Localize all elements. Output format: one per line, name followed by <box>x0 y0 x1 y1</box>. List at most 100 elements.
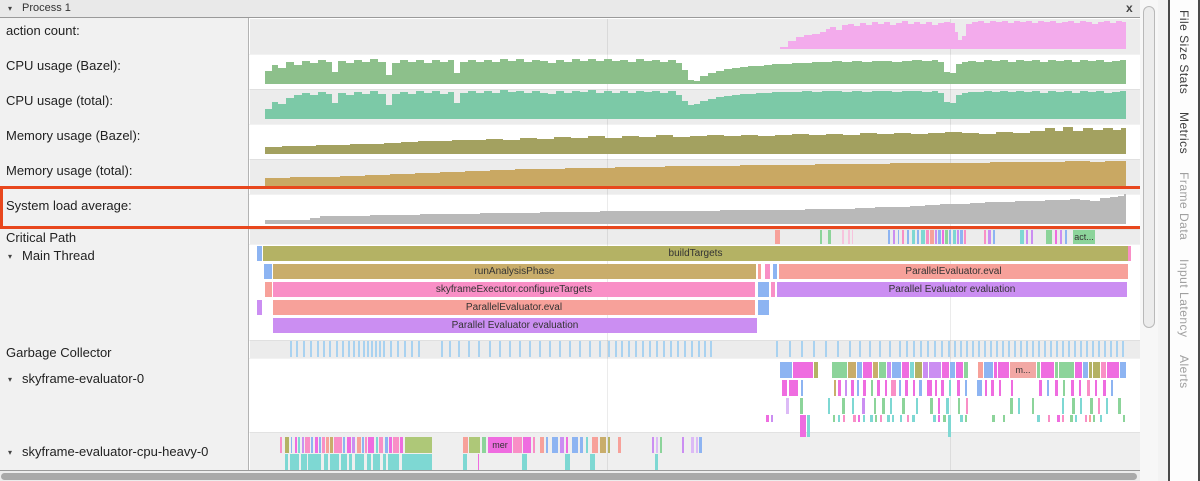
evaluator0-slice[interactable] <box>1037 415 1040 422</box>
gc-tick[interactable] <box>1110 341 1112 357</box>
gc-tick[interactable] <box>1038 341 1040 357</box>
main-thread-slice[interactable] <box>265 282 272 297</box>
evaluator0-slice[interactable] <box>863 362 872 378</box>
evaluator0-slice[interactable] <box>1085 415 1087 422</box>
evaluator0-slice[interactable] <box>913 380 915 396</box>
collapse-triangle-icon[interactable]: ▾ <box>8 252 12 261</box>
gc-tick[interactable] <box>913 341 915 357</box>
cpu-heavy-slice[interactable] <box>347 437 351 453</box>
evaluator0-slice[interactable] <box>1095 380 1097 396</box>
cpu-heavy-slice[interactable] <box>301 454 307 470</box>
evaluator0-slice[interactable] <box>789 380 798 396</box>
evaluator0-slice[interactable] <box>890 398 892 414</box>
evaluator0-slice[interactable] <box>863 415 865 422</box>
evaluator0-slice[interactable] <box>1039 380 1042 396</box>
gc-tick[interactable] <box>549 341 551 357</box>
evaluator0-slice[interactable] <box>1018 398 1020 414</box>
cpu-heavy-slice[interactable] <box>682 437 684 453</box>
gc-tick[interactable] <box>1074 341 1076 357</box>
gc-tick[interactable] <box>441 341 443 357</box>
critical-path-slice[interactable] <box>960 230 963 244</box>
evaluator0-slice[interactable] <box>1075 415 1077 422</box>
cpu-heavy-slice[interactable] <box>389 437 392 453</box>
evaluator0-slice[interactable] <box>1011 380 1013 396</box>
evaluator0-slice[interactable] <box>838 415 840 422</box>
evaluator0-slice[interactable] <box>1111 380 1113 396</box>
cpu-heavy-slice[interactable] <box>580 437 583 453</box>
critical-path-slice[interactable] <box>917 230 919 244</box>
cpu-heavy-slice[interactable] <box>324 454 328 470</box>
gc-tick[interactable] <box>934 341 936 357</box>
evaluator0-slice[interactable] <box>891 380 896 396</box>
gc-tick[interactable] <box>569 341 571 357</box>
cpu-heavy-slice[interactable] <box>308 454 321 470</box>
evaluator0-slice[interactable] <box>857 362 862 378</box>
evaluator0-slice[interactable] <box>905 380 908 396</box>
cpu-heavy-slice[interactable] <box>330 454 339 470</box>
gc-tick[interactable] <box>698 341 700 357</box>
critical-path-slice[interactable] <box>902 230 904 244</box>
cpu-heavy-slice[interactable] <box>405 437 432 453</box>
evaluator0-slice[interactable] <box>786 398 789 414</box>
evaluator0-slice[interactable] <box>853 415 856 422</box>
evaluator0-slice[interactable] <box>1041 362 1054 378</box>
evaluator0-slice[interactable] <box>1072 398 1075 414</box>
evaluator0-slice[interactable] <box>964 362 968 378</box>
counter-chart-cpu-total[interactable] <box>250 89 1140 124</box>
evaluator0-slice[interactable] <box>892 362 901 378</box>
evaluator0-slice[interactable] <box>1123 415 1125 422</box>
evaluator0-slice[interactable] <box>966 398 968 414</box>
cpu-heavy-slice[interactable] <box>383 454 386 470</box>
gc-tick[interactable] <box>1068 341 1070 357</box>
evaluator0-slice[interactable] <box>807 415 810 437</box>
cpu-heavy-slice[interactable] <box>618 437 621 453</box>
evaluator0-slice[interactable] <box>1090 398 1093 414</box>
evaluator0-slice[interactable] <box>1089 415 1091 422</box>
critical-path-slice[interactable] <box>1026 230 1028 244</box>
gc-tick[interactable] <box>1092 341 1094 357</box>
cpu-heavy-slice[interactable] <box>315 437 318 453</box>
gc-tick[interactable] <box>559 341 561 357</box>
cpu-heavy-slice[interactable] <box>513 437 522 453</box>
gc-tick[interactable] <box>859 341 861 357</box>
gc-tick[interactable] <box>789 341 791 357</box>
evaluator0-slice[interactable] <box>1062 398 1064 414</box>
evaluator0-slice[interactable] <box>885 380 887 396</box>
evaluator0-slice[interactable] <box>766 415 769 422</box>
gc-tick[interactable] <box>599 341 601 357</box>
gc-tick[interactable] <box>375 341 377 357</box>
tab-alerts[interactable]: Alerts <box>1177 355 1191 389</box>
critical-path-slice[interactable] <box>852 230 853 244</box>
evaluator0-slice[interactable] <box>957 380 960 396</box>
cpu-heavy-slice[interactable] <box>367 454 371 470</box>
gc-tick[interactable] <box>1020 341 1022 357</box>
evaluator0-slice[interactable] <box>978 362 983 378</box>
critical-path-slice[interactable] <box>1031 230 1033 244</box>
gc-tick[interactable] <box>1026 341 1028 357</box>
evaluator0-slice[interactable] <box>1101 362 1106 378</box>
gc-tick[interactable] <box>411 341 413 357</box>
gc-tick[interactable] <box>966 341 968 357</box>
gc-tick[interactable] <box>869 341 871 357</box>
evaluator0-slice[interactable] <box>977 380 982 396</box>
critical-path-slice[interactable] <box>912 230 915 244</box>
gc-tick[interactable] <box>449 341 451 357</box>
evaluator0-slice[interactable] <box>862 398 865 414</box>
gc-tick[interactable] <box>663 341 665 357</box>
cpu-heavy-slice[interactable] <box>280 437 282 453</box>
cpu-heavy-slice[interactable] <box>533 437 535 453</box>
evaluator0-slice[interactable] <box>828 398 830 414</box>
evaluator0-slice[interactable] <box>930 398 933 414</box>
evaluator0-slice[interactable] <box>782 380 787 396</box>
critical-path-slice[interactable] <box>1055 230 1057 244</box>
gc-tick[interactable] <box>390 341 392 357</box>
evaluator0-slice[interactable] <box>999 380 1001 396</box>
critical-path-slice[interactable] <box>893 230 895 244</box>
critical-path-slice[interactable] <box>888 230 890 244</box>
cpu-heavy-slice[interactable] <box>290 454 299 470</box>
cpu-heavy-slice[interactable]: mer <box>488 437 512 453</box>
evaluator0-slice[interactable] <box>1048 415 1050 422</box>
evaluator0-slice[interactable] <box>858 415 860 422</box>
evaluator0-slice[interactable] <box>929 362 941 378</box>
cpu-heavy-slice[interactable] <box>326 437 329 453</box>
